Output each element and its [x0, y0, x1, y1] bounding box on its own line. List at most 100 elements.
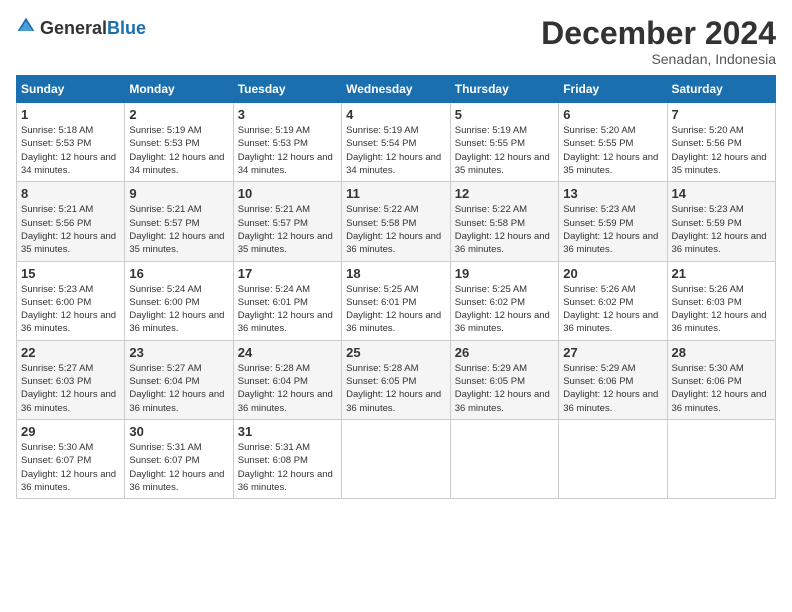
header-sunday: Sunday	[17, 76, 125, 103]
header-saturday: Saturday	[667, 76, 776, 103]
day-info: Sunrise: 5:25 AMSunset: 6:02 PMDaylight:…	[455, 283, 554, 336]
day-number: 4	[346, 107, 446, 122]
table-row: 27Sunrise: 5:29 AMSunset: 6:06 PMDayligh…	[559, 340, 667, 419]
day-number: 1	[21, 107, 120, 122]
day-number: 14	[672, 186, 772, 201]
table-row: 8 Sunrise: 5:21 AMSunset: 5:56 PMDaylight…	[17, 182, 125, 261]
day-number: 8	[21, 186, 120, 201]
day-number: 10	[238, 186, 337, 201]
day-info: Sunrise: 5:30 AMSunset: 6:06 PMDaylight:…	[672, 362, 772, 415]
day-number: 3	[238, 107, 337, 122]
logo-general: General	[40, 18, 107, 38]
header-row: Sunday Monday Tuesday Wednesday Thursday…	[17, 76, 776, 103]
table-row: 12 Sunrise: 5:22 AMSunset: 5:58 PMDayligh…	[450, 182, 558, 261]
main-title: December 2024	[541, 16, 776, 51]
table-row: 17Sunrise: 5:24 AMSunset: 6:01 PMDayligh…	[233, 261, 341, 340]
day-info: Sunrise: 5:29 AMSunset: 6:05 PMDaylight:…	[455, 362, 554, 415]
day-number: 19	[455, 266, 554, 281]
day-info: Sunrise: 5:21 AMSunset: 5:57 PMDaylight:…	[238, 203, 337, 256]
table-row	[342, 419, 451, 498]
day-info: Sunrise: 5:31 AMSunset: 6:07 PMDaylight:…	[129, 441, 228, 494]
day-info: Sunrise: 5:28 AMSunset: 6:05 PMDaylight:…	[346, 362, 446, 415]
day-number: 28	[672, 345, 772, 360]
table-row: 21 Sunrise: 5:26 AMSunset: 6:03 PMDayligh…	[667, 261, 776, 340]
logo-icon	[16, 16, 36, 36]
table-row: 13Sunrise: 5:23 AMSunset: 5:59 PMDayligh…	[559, 182, 667, 261]
day-number: 16	[129, 266, 228, 281]
logo-blue: Blue	[107, 18, 146, 38]
day-number: 12	[455, 186, 554, 201]
day-info: Sunrise: 5:18 AMSunset: 5:53 PMDaylight:…	[21, 124, 120, 177]
day-info: Sunrise: 5:27 AMSunset: 6:04 PMDaylight:…	[129, 362, 228, 415]
day-info: Sunrise: 5:21 AMSunset: 5:57 PMDaylight:…	[129, 203, 228, 256]
table-row: 7 Sunrise: 5:20 AMSunset: 5:56 PMDaylight…	[667, 103, 776, 182]
day-info: Sunrise: 5:19 AMSunset: 5:53 PMDaylight:…	[238, 124, 337, 177]
table-row: 26 Sunrise: 5:29 AMSunset: 6:05 PMDayligh…	[450, 340, 558, 419]
day-info: Sunrise: 5:24 AMSunset: 6:00 PMDaylight:…	[129, 283, 228, 336]
day-info: Sunrise: 5:19 AMSunset: 5:54 PMDaylight:…	[346, 124, 446, 177]
day-info: Sunrise: 5:23 AMSunset: 5:59 PMDaylight:…	[672, 203, 772, 256]
day-info: Sunrise: 5:23 AMSunset: 6:00 PMDaylight:…	[21, 283, 120, 336]
calendar-week-5: 29Sunrise: 5:30 AMSunset: 6:07 PMDayligh…	[17, 419, 776, 498]
table-row	[559, 419, 667, 498]
table-row: 31Sunrise: 5:31 AMSunset: 6:08 PMDayligh…	[233, 419, 341, 498]
calendar-week-4: 22 Sunrise: 5:27 AMSunset: 6:03 PMDayligh…	[17, 340, 776, 419]
header-monday: Monday	[125, 76, 233, 103]
day-number: 13	[563, 186, 662, 201]
calendar-body: 1 Sunrise: 5:18 AMSunset: 5:53 PMDaylight…	[17, 103, 776, 499]
day-info: Sunrise: 5:26 AMSunset: 6:02 PMDaylight:…	[563, 283, 662, 336]
day-number: 7	[672, 107, 772, 122]
table-row: 24 Sunrise: 5:28 AMSunset: 6:04 PMDayligh…	[233, 340, 341, 419]
day-info: Sunrise: 5:30 AMSunset: 6:07 PMDaylight:…	[21, 441, 120, 494]
table-row: 10 Sunrise: 5:21 AMSunset: 5:57 PMDayligh…	[233, 182, 341, 261]
table-row: 23Sunrise: 5:27 AMSunset: 6:04 PMDayligh…	[125, 340, 233, 419]
day-info: Sunrise: 5:28 AMSunset: 6:04 PMDaylight:…	[238, 362, 337, 415]
day-info: Sunrise: 5:26 AMSunset: 6:03 PMDaylight:…	[672, 283, 772, 336]
day-number: 25	[346, 345, 446, 360]
day-info: Sunrise: 5:20 AMSunset: 5:55 PMDaylight:…	[563, 124, 662, 177]
day-number: 18	[346, 266, 446, 281]
table-row: 22 Sunrise: 5:27 AMSunset: 6:03 PMDayligh…	[17, 340, 125, 419]
day-info: Sunrise: 5:22 AMSunset: 5:58 PMDaylight:…	[346, 203, 446, 256]
table-row: 3 Sunrise: 5:19 AMSunset: 5:53 PMDaylight…	[233, 103, 341, 182]
day-number: 27	[563, 345, 662, 360]
table-row: 5 Sunrise: 5:19 AMSunset: 5:55 PMDaylight…	[450, 103, 558, 182]
header-thursday: Thursday	[450, 76, 558, 103]
logo: GeneralBlue	[16, 16, 146, 41]
calendar-week-2: 8 Sunrise: 5:21 AMSunset: 5:56 PMDaylight…	[17, 182, 776, 261]
day-number: 24	[238, 345, 337, 360]
table-row: 28 Sunrise: 5:30 AMSunset: 6:06 PMDayligh…	[667, 340, 776, 419]
day-info: Sunrise: 5:21 AMSunset: 5:56 PMDaylight:…	[21, 203, 120, 256]
header-friday: Friday	[559, 76, 667, 103]
day-number: 22	[21, 345, 120, 360]
table-row: 16 Sunrise: 5:24 AMSunset: 6:00 PMDayligh…	[125, 261, 233, 340]
header: GeneralBlue December 2024 Senadan, Indon…	[16, 16, 776, 67]
day-info: Sunrise: 5:22 AMSunset: 5:58 PMDaylight:…	[455, 203, 554, 256]
day-number: 5	[455, 107, 554, 122]
day-info: Sunrise: 5:24 AMSunset: 6:01 PMDaylight:…	[238, 283, 337, 336]
header-wednesday: Wednesday	[342, 76, 451, 103]
day-info: Sunrise: 5:31 AMSunset: 6:08 PMDaylight:…	[238, 441, 337, 494]
day-number: 6	[563, 107, 662, 122]
day-info: Sunrise: 5:19 AMSunset: 5:55 PMDaylight:…	[455, 124, 554, 177]
table-row	[450, 419, 558, 498]
day-number: 21	[672, 266, 772, 281]
day-number: 15	[21, 266, 120, 281]
table-row: 15 Sunrise: 5:23 AMSunset: 6:00 PMDayligh…	[17, 261, 125, 340]
day-number: 30	[129, 424, 228, 439]
table-row: 25 Sunrise: 5:28 AMSunset: 6:05 PMDayligh…	[342, 340, 451, 419]
header-tuesday: Tuesday	[233, 76, 341, 103]
table-row: 18Sunrise: 5:25 AMSunset: 6:01 PMDayligh…	[342, 261, 451, 340]
table-row: 30 Sunrise: 5:31 AMSunset: 6:07 PMDayligh…	[125, 419, 233, 498]
day-number: 26	[455, 345, 554, 360]
day-info: Sunrise: 5:20 AMSunset: 5:56 PMDaylight:…	[672, 124, 772, 177]
day-number: 9	[129, 186, 228, 201]
table-row: 9 Sunrise: 5:21 AMSunset: 5:57 PMDaylight…	[125, 182, 233, 261]
calendar-week-1: 1 Sunrise: 5:18 AMSunset: 5:53 PMDaylight…	[17, 103, 776, 182]
calendar-header: Sunday Monday Tuesday Wednesday Thursday…	[17, 76, 776, 103]
day-info: Sunrise: 5:27 AMSunset: 6:03 PMDaylight:…	[21, 362, 120, 415]
table-row: 4 Sunrise: 5:19 AMSunset: 5:54 PMDaylight…	[342, 103, 451, 182]
table-row: 6 Sunrise: 5:20 AMSunset: 5:55 PMDaylight…	[559, 103, 667, 182]
table-row: 14 Sunrise: 5:23 AMSunset: 5:59 PMDayligh…	[667, 182, 776, 261]
table-row: 2Sunrise: 5:19 AMSunset: 5:53 PMDaylight…	[125, 103, 233, 182]
